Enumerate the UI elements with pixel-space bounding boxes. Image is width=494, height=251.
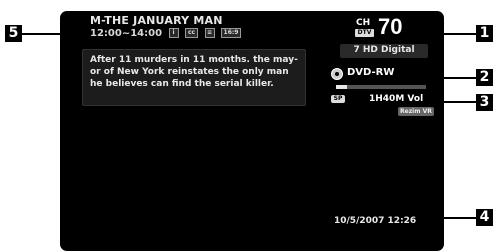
callout-2: 2 [476,69,493,86]
disc-type: DVD-RW [347,67,395,78]
channel-name: 7 HD Digital [353,45,415,55]
aspect-ratio-icon: 16:9 [220,28,241,38]
channel-number: 70 [378,14,403,39]
callout-3: 3 [476,94,493,111]
callout-5-leader [22,33,86,35]
callout-1: 1 [476,25,493,42]
info-icon: i [168,28,179,38]
date-time: 10/5/2007 12:26 [334,216,417,226]
disc-usage-track [336,85,426,89]
program-title: M-THE JANUARY MAN [90,14,223,27]
callout-4: 4 [476,209,493,226]
callout-3-leader [428,101,476,103]
program-time-row: 12:00~14:00 i cc ≡ 16:9 [90,28,241,39]
callout-2-leader [419,77,476,79]
channel-label: CH [356,18,371,28]
synopsis-text: After 11 murders in 11 months. the may- … [90,55,298,89]
disc-usage-fill [336,85,347,89]
sp-badge: SP [331,95,345,103]
disc-icon [331,68,343,80]
caption-icon: cc [185,28,199,38]
remaining-time: 1H40M Vol [369,94,424,104]
dtv-badge: DTV [355,29,374,37]
callout-4-leader [420,217,476,219]
recording-mode-badge: Rezim VR [398,107,434,116]
callout-1-leader [430,33,476,35]
callout-5: 5 [5,25,22,42]
program-time: 12:00~14:00 [90,28,163,39]
audio-icon: ≡ [204,28,215,38]
